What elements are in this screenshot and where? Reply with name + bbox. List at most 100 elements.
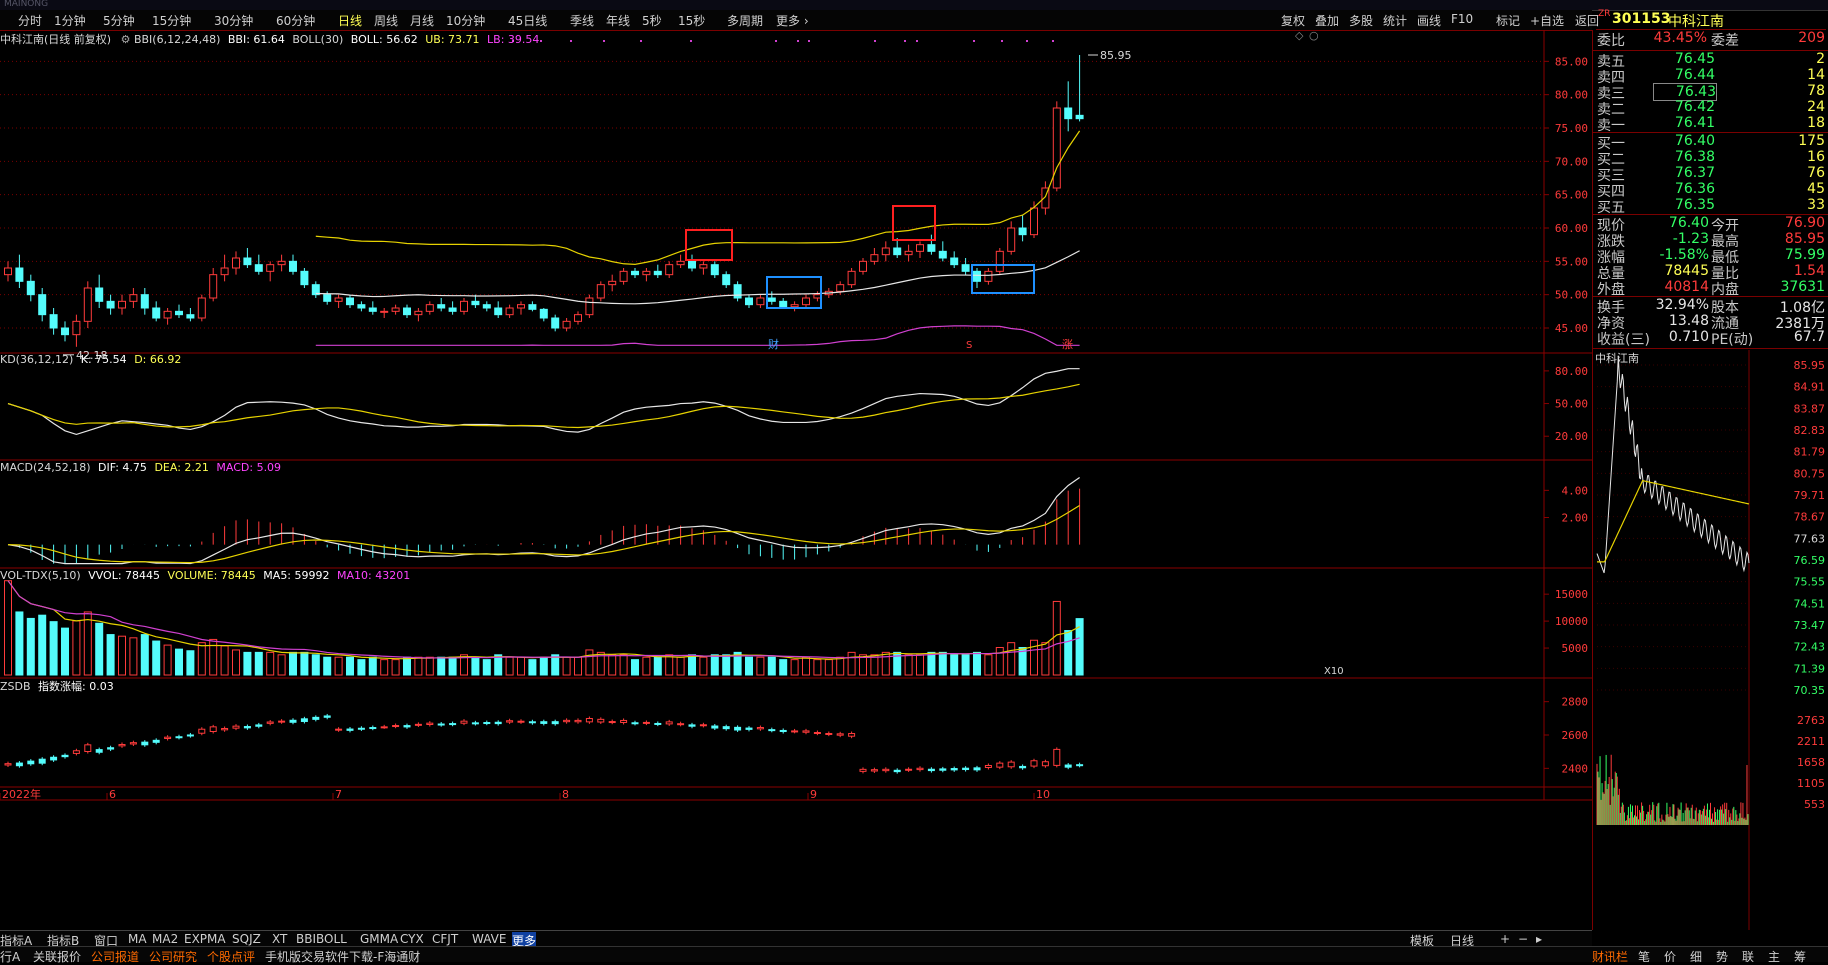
candlestick-series (5, 55, 1084, 347)
index-candle-body (586, 719, 592, 722)
index-candle-body (963, 768, 969, 769)
stat2-value: 32.94% (1633, 297, 1709, 313)
indicator-tab-8[interactable]: BBIBOLL (296, 932, 347, 946)
toolbar-4[interactable]: 画线 (1417, 12, 1441, 29)
status-item-0[interactable]: 行A (0, 948, 20, 965)
candle (780, 298, 787, 308)
signal-dot (904, 40, 906, 42)
indicator-tab-6[interactable]: SQJZ (232, 932, 261, 946)
candle (1008, 221, 1015, 254)
candle (16, 255, 23, 288)
indicator-tab-10[interactable]: CYX (400, 932, 424, 946)
side-tab-3[interactable]: 细 (1690, 948, 1702, 965)
tab-3[interactable]: 15分钟 (152, 12, 191, 29)
tab-5[interactable]: 60分钟 (276, 12, 315, 29)
tab-4[interactable]: 30分钟 (214, 12, 253, 29)
scroll-right-icon[interactable]: ▸ (1536, 932, 1542, 946)
indicator-tab-4[interactable]: MA2 (152, 932, 178, 946)
tab-12[interactable]: 年线 (606, 12, 630, 29)
volume-bar (255, 652, 262, 675)
bid-price: 76.35 (1653, 197, 1715, 213)
status-item-2[interactable]: 公司报道 (91, 948, 139, 965)
tab-8[interactable]: 月线 (410, 12, 434, 29)
volume-bar (301, 652, 308, 675)
volume-bar (563, 657, 570, 675)
tab-9[interactable]: 10分钟 (446, 12, 485, 29)
volume-bar (837, 657, 844, 675)
intraday-mini-chart[interactable]: 85.95 84.91 83.87 82.83 81.79 80.75 79.71 78.67… (1593, 350, 1828, 930)
candle (951, 251, 958, 268)
axis-label: 2800 (1562, 696, 1589, 709)
signal-dot (916, 40, 918, 42)
candle (586, 295, 593, 318)
toolbar-3[interactable]: 统计 (1383, 12, 1407, 29)
date-label: 2022年 (2, 787, 41, 801)
tab-11[interactable]: 季线 (570, 12, 594, 29)
indicator-tab-7[interactable]: XT (272, 932, 287, 946)
diamond-icon: ◇ (1295, 30, 1304, 42)
indicator-tab-3[interactable]: MA (128, 932, 147, 946)
stat-value2: 37631 (1780, 279, 1825, 295)
volume-bar (50, 622, 57, 675)
toolbar-5[interactable]: F10 (1451, 12, 1473, 26)
signal-dot (690, 40, 692, 42)
volume-bar (654, 657, 661, 675)
index-candle-body (210, 727, 216, 732)
status-item-4[interactable]: 个股点评 (207, 948, 255, 965)
index-candle-body (153, 740, 159, 742)
toolbar-1[interactable]: 叠加 (1315, 12, 1339, 29)
volume-bar (1008, 643, 1015, 675)
tab-16[interactable]: 更多 › (776, 12, 809, 29)
index-candle-body (792, 731, 798, 732)
status-item-3[interactable]: 公司研究 (149, 948, 197, 965)
candle (768, 291, 775, 304)
bbi-value: BBI: 61.64 (228, 33, 285, 46)
toolbar-7[interactable]: +自选 (1530, 12, 1564, 29)
weibi-row-value2: 209 (1798, 30, 1825, 46)
date-label: 8 (562, 788, 569, 801)
toolbar-0[interactable]: 复权 (1281, 12, 1305, 29)
volume-bar (233, 650, 240, 675)
vol-volume: VOLUME: 78445 (168, 569, 256, 582)
candle (848, 268, 855, 288)
tab-1[interactable]: 1分钟 (54, 12, 86, 29)
tab-14[interactable]: 15秒 (678, 12, 705, 29)
candle (221, 255, 228, 282)
tab-0[interactable]: 分时 (18, 12, 42, 29)
indicator-tab-5[interactable]: EXPMA (184, 932, 226, 946)
bbi-name: BBI(6,12,24,48) (134, 33, 220, 46)
tab-10[interactable]: 45日线 (508, 12, 547, 29)
toolbar-2[interactable]: 多股 (1349, 12, 1373, 29)
tab-2[interactable]: 5分钟 (103, 12, 135, 29)
side-tab-2[interactable]: 价 (1664, 948, 1676, 965)
zoom-out-icon[interactable]: − (1518, 932, 1528, 946)
side-tab-0[interactable]: 财讯栏 (1592, 948, 1628, 965)
status-item-1[interactable]: 关联报价 (33, 948, 81, 965)
side-tab-1[interactable]: 笔 (1638, 948, 1650, 965)
index-candle-body (73, 751, 79, 754)
zoom-in-icon[interactable]: + (1500, 932, 1510, 946)
index-candle-body (678, 724, 684, 725)
indicator-tab-11[interactable]: CFJT (432, 932, 458, 946)
indicator-tab-9[interactable]: GMMA (360, 932, 398, 946)
side-tab-6[interactable]: 主 (1768, 948, 1780, 965)
candle (814, 291, 821, 301)
tab-7[interactable]: 周线 (374, 12, 398, 29)
tab-13[interactable]: 5秒 (642, 12, 662, 29)
candle (50, 308, 57, 335)
side-tab-7[interactable]: 筹 (1794, 948, 1806, 965)
toolbar-6[interactable]: 标记 (1496, 12, 1520, 29)
tab-6[interactable]: 日线 (338, 12, 362, 29)
index-candle-body (917, 768, 923, 769)
side-tab-5[interactable]: 联 (1742, 948, 1754, 965)
status-item-5[interactable]: 手机版交易软件下载-F海通财 (265, 948, 420, 965)
chart-area[interactable]: 85.9542.18财 S 涨◇ ○ X10 85.0080.0075.0070.00… (0, 30, 1592, 930)
vol-ma10: MA10: 43201 (337, 569, 410, 582)
zsdb-legend: ZSDB 指数涨幅: 0.03 (0, 678, 114, 694)
gear-icon[interactable]: ⚙ (121, 33, 131, 46)
tab-15[interactable]: 多周期 (727, 12, 763, 29)
index-candle-body (461, 721, 467, 723)
candle (540, 308, 547, 321)
side-tab-4[interactable]: 势 (1716, 948, 1728, 965)
indicator-tab-12[interactable]: WAVE (472, 932, 506, 946)
